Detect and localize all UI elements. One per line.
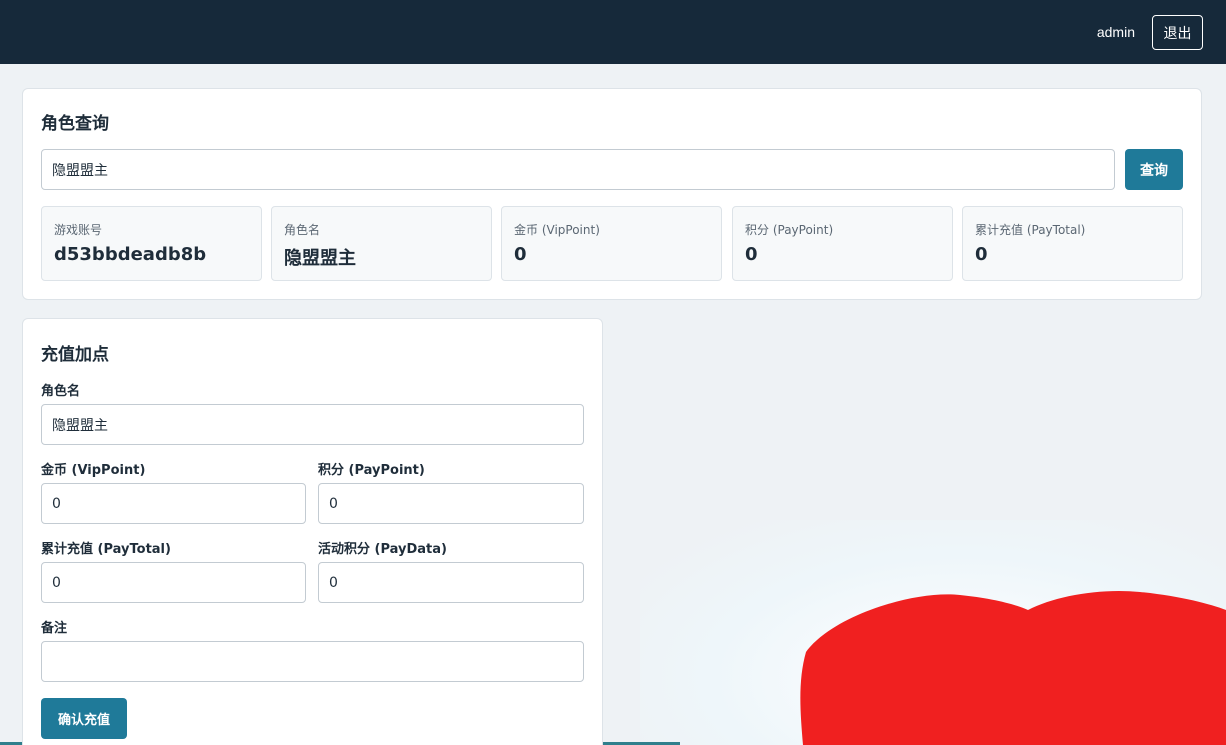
- stat-label: 累计充值 (PayTotal): [975, 223, 1086, 237]
- top-navbar: admin 退出: [0, 0, 1226, 64]
- stat-paypoint: 积分 (PayPoint) 0: [732, 206, 953, 281]
- stat-value: 隐盟盟主: [284, 248, 356, 269]
- stat-value: d53bbdeadb8b: [54, 244, 207, 265]
- role-search-input[interactable]: [41, 149, 1115, 190]
- red-heart-decoration: [800, 590, 1226, 745]
- recharge-card: 充值加点 角色名 金币 (VipPoint) 积分 (PayPoint) 累计充…: [22, 318, 603, 745]
- confirm-recharge-button[interactable]: 确认充值: [41, 698, 127, 739]
- stat-role-name: 角色名 隐盟盟主: [271, 206, 492, 281]
- current-username: admin: [1096, 24, 1135, 40]
- paypoint-field[interactable]: [318, 483, 584, 524]
- stat-label: 角色名: [284, 223, 321, 237]
- paypoint-label: 积分 (PayPoint): [318, 463, 425, 478]
- remark-field[interactable]: [41, 641, 584, 682]
- role-name-label: 角色名: [41, 384, 81, 399]
- paydata-field[interactable]: [318, 562, 584, 603]
- stat-value: 0: [975, 244, 988, 265]
- recharge-title: 充值加点: [41, 345, 109, 365]
- vippoint-field[interactable]: [41, 483, 306, 524]
- stat-vippoint: 金币 (VipPoint) 0: [501, 206, 722, 281]
- search-button[interactable]: 查询: [1125, 149, 1183, 190]
- paytotal-field[interactable]: [41, 562, 306, 603]
- paytotal-label: 累计充值 (PayTotal): [41, 542, 171, 557]
- stat-label: 游戏账号: [54, 223, 103, 237]
- vippoint-label: 金币 (VipPoint): [41, 463, 146, 478]
- logout-button[interactable]: 退出: [1152, 15, 1203, 50]
- paydata-label: 活动积分 (PayData): [318, 542, 447, 557]
- stat-label: 金币 (VipPoint): [514, 223, 600, 237]
- stat-label: 积分 (PayPoint): [745, 223, 834, 237]
- role-query-card: 角色查询 查询 游戏账号 d53bbdeadb8b 角色名 隐盟盟主 金币 (V…: [22, 88, 1202, 300]
- remark-label: 备注: [41, 621, 68, 636]
- role-name-field[interactable]: [41, 404, 584, 445]
- stat-account: 游戏账号 d53bbdeadb8b: [41, 206, 262, 281]
- stat-value: 0: [514, 244, 527, 265]
- stat-value: 0: [745, 244, 758, 265]
- role-query-title: 角色查询: [41, 114, 109, 134]
- stat-paytotal: 累计充值 (PayTotal) 0: [962, 206, 1183, 281]
